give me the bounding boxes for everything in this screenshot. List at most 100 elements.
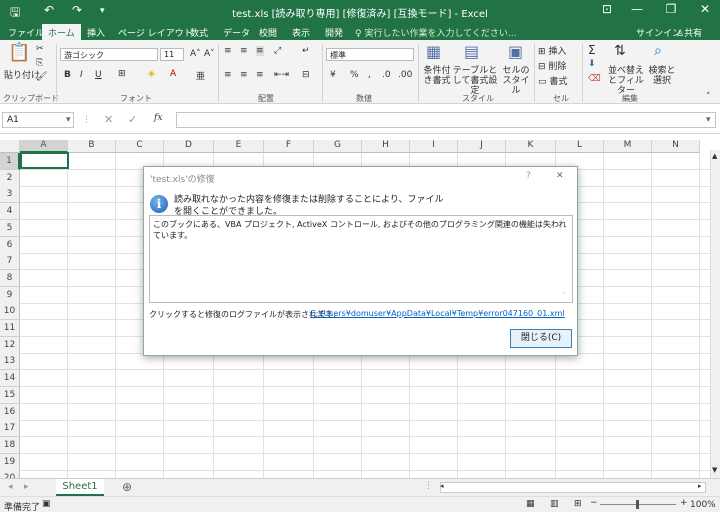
- indent-icon[interactable]: ⇤⇥: [274, 70, 289, 80]
- row-header[interactable]: 11: [0, 320, 20, 337]
- row-header[interactable]: 3: [0, 186, 20, 204]
- row-header[interactable]: 1: [0, 153, 20, 170]
- decrease-decimal-icon[interactable]: .00: [398, 70, 412, 80]
- column-header[interactable]: J: [458, 140, 506, 153]
- expand-formula-icon[interactable]: ▾: [706, 115, 711, 125]
- row-header[interactable]: 19: [0, 453, 20, 471]
- cut-icon[interactable]: ✂: [36, 44, 44, 54]
- row-header[interactable]: 8: [0, 269, 20, 287]
- align-left-icon[interactable]: ≡: [224, 70, 232, 80]
- help-button[interactable]: ?: [526, 171, 531, 181]
- vertical-scrollbar[interactable]: ▲ ▼: [710, 150, 720, 478]
- find-select-button[interactable]: 検索と選択: [646, 66, 678, 86]
- fill-icon[interactable]: ⬇: [588, 59, 596, 69]
- prev-sheet-icon[interactable]: ◂: [8, 482, 13, 492]
- row-header[interactable]: 2: [0, 169, 20, 187]
- tab-formulas[interactable]: 数式: [190, 26, 208, 39]
- row-header[interactable]: 10: [0, 303, 20, 321]
- column-header[interactable]: C: [116, 140, 164, 153]
- paste-icon[interactable]: 📋: [8, 42, 30, 63]
- enter-icon[interactable]: ✓: [128, 113, 137, 126]
- select-all-corner[interactable]: [0, 140, 20, 153]
- page-break-view-icon[interactable]: ⊞: [574, 499, 582, 509]
- conditional-format-button[interactable]: 条件付き書式: [420, 66, 454, 86]
- row-header[interactable]: 5: [0, 219, 20, 237]
- align-bottom-icon[interactable]: ≡: [256, 46, 264, 56]
- sort-filter-button[interactable]: 並べ替えとフィルター: [608, 66, 644, 96]
- font-name-select[interactable]: 游ゴシック: [60, 48, 158, 61]
- sheet-tab[interactable]: Sheet1: [56, 479, 104, 496]
- active-cell-a1[interactable]: [20, 152, 69, 169]
- fill-color-icon[interactable]: ◈: [148, 69, 155, 79]
- row-header[interactable]: 6: [0, 236, 20, 254]
- ribbon-display-icon[interactable]: ⊡: [592, 2, 622, 16]
- column-header[interactable]: K: [506, 140, 556, 153]
- merge-center-icon[interactable]: ⊟: [302, 70, 310, 80]
- autosum-icon[interactable]: Σ: [588, 43, 596, 57]
- tab-view[interactable]: 表示: [292, 26, 310, 39]
- share-button[interactable]: ♙共有: [676, 26, 702, 39]
- log-file-link[interactable]: C:¥Users¥domuser¥AppData¥Local¥Temp¥erro…: [310, 309, 565, 318]
- scroll-up-icon[interactable]: ▲: [712, 152, 717, 160]
- format-as-table-icon[interactable]: ▤: [464, 42, 479, 61]
- minimize-button[interactable]: —: [622, 2, 652, 16]
- row-header[interactable]: 16: [0, 403, 20, 421]
- percent-icon[interactable]: %: [350, 70, 359, 80]
- scroll-down-icon[interactable]: ▼: [712, 466, 717, 474]
- scroll-right-icon[interactable]: ▸: [698, 482, 702, 490]
- close-window-button[interactable]: ✕: [690, 2, 720, 16]
- wrap-text-icon[interactable]: ↵: [302, 46, 310, 56]
- border-icon[interactable]: ⊞: [118, 69, 126, 79]
- tab-insert[interactable]: 挿入: [87, 26, 105, 39]
- horizontal-scrollbar[interactable]: [440, 482, 706, 493]
- format-cells-button[interactable]: ▭ 書式: [538, 74, 567, 87]
- maximize-button[interactable]: ❐: [656, 2, 686, 16]
- phonetic-icon[interactable]: 亜: [196, 69, 205, 82]
- row-header[interactable]: 12: [0, 336, 20, 354]
- align-right-icon[interactable]: ≡: [256, 70, 264, 80]
- column-header[interactable]: H: [362, 140, 410, 153]
- clear-icon[interactable]: ⌫: [588, 74, 601, 84]
- zoom-out-button[interactable]: −: [590, 498, 598, 508]
- insert-cells-button[interactable]: ⊞ 挿入: [538, 44, 566, 57]
- macro-record-icon[interactable]: ▣: [42, 499, 51, 509]
- tab-file[interactable]: ファイル: [8, 26, 44, 39]
- column-header[interactable]: B: [68, 140, 116, 153]
- column-header[interactable]: G: [314, 140, 362, 153]
- zoom-in-button[interactable]: +: [680, 498, 688, 508]
- row-header[interactable]: 15: [0, 386, 20, 404]
- zoom-slider-thumb[interactable]: [636, 500, 639, 509]
- format-as-table-button[interactable]: テーブルとして書式設定: [452, 66, 498, 96]
- orientation-icon[interactable]: ⤢: [274, 46, 281, 56]
- tab-page-layout[interactable]: ページ レイアウト: [118, 26, 193, 39]
- align-center-icon[interactable]: ≡: [240, 70, 248, 80]
- row-header[interactable]: 13: [0, 353, 20, 371]
- detail-scroll-down-icon[interactable]: ˅: [562, 292, 565, 299]
- number-format-select[interactable]: 標準: [326, 48, 414, 61]
- column-header[interactable]: D: [164, 140, 214, 153]
- font-color-icon[interactable]: A: [170, 69, 176, 79]
- column-header[interactable]: N: [652, 140, 700, 153]
- tab-data[interactable]: データ: [223, 26, 250, 39]
- tell-me-box[interactable]: ♀ 実行したい作業を入力してください...: [355, 26, 517, 39]
- name-box[interactable]: A1: [2, 112, 74, 128]
- normal-view-icon[interactable]: ▦: [526, 499, 535, 509]
- column-header[interactable]: E: [214, 140, 264, 153]
- copy-icon[interactable]: ⎘: [36, 58, 43, 68]
- grow-font-icon[interactable]: A˄: [190, 49, 201, 59]
- row-header[interactable]: 9: [0, 286, 20, 304]
- row-header[interactable]: 17: [0, 420, 20, 438]
- row-header[interactable]: 7: [0, 253, 20, 271]
- cell-styles-icon[interactable]: ▣: [508, 42, 523, 61]
- row-header[interactable]: 20: [0, 470, 20, 478]
- bold-button[interactable]: B: [64, 70, 71, 80]
- formula-bar-options-icon[interactable]: ⋮: [82, 115, 91, 125]
- scroll-left-icon[interactable]: ◂: [440, 482, 444, 490]
- format-painter-icon[interactable]: 🖌: [36, 72, 47, 82]
- cancel-icon[interactable]: ✕: [104, 113, 113, 126]
- sheet-options-icon[interactable]: ⋮: [424, 481, 433, 491]
- currency-icon[interactable]: ¥: [330, 70, 336, 80]
- tab-home[interactable]: ホーム: [42, 24, 81, 40]
- cell-styles-button[interactable]: セルのスタイル: [500, 66, 532, 96]
- page-layout-view-icon[interactable]: ▥: [550, 499, 559, 509]
